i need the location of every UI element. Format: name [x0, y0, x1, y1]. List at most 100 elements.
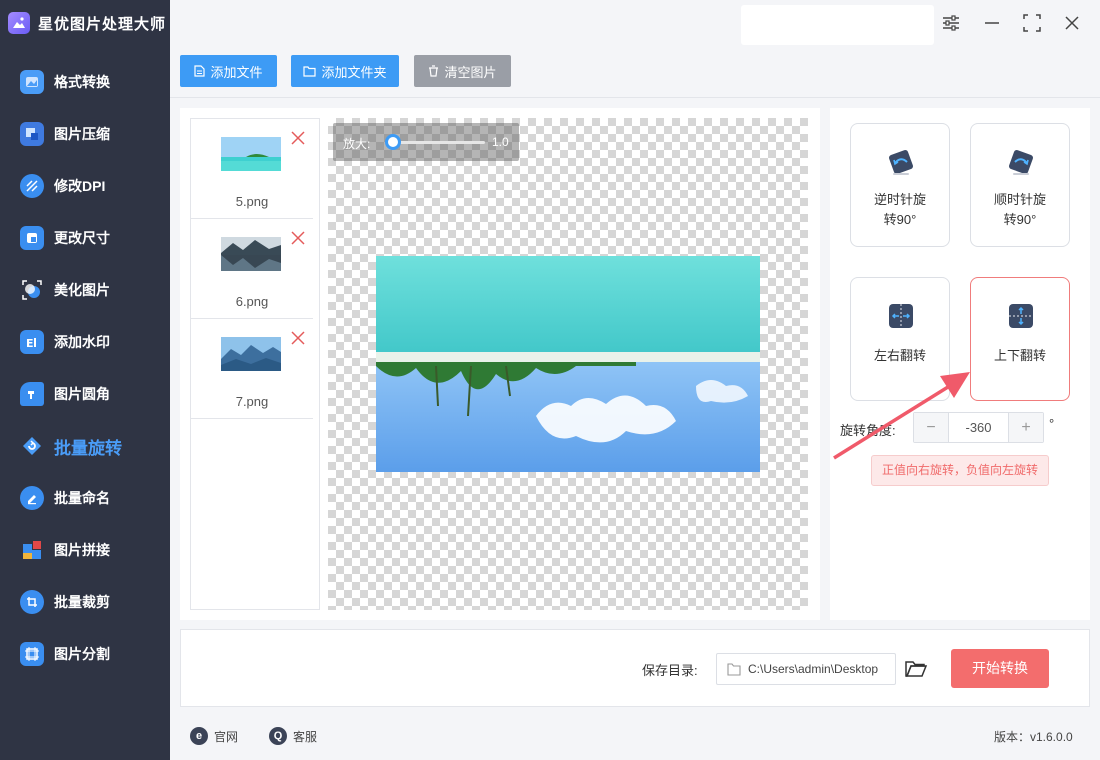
increase-angle-button[interactable]: +	[1009, 413, 1043, 442]
zoom-control: 放大: 1.0	[333, 123, 519, 161]
batch-rotate-icon	[20, 434, 44, 458]
website-icon: e	[190, 727, 208, 745]
rotation-angle-input[interactable]: -360	[948, 413, 1009, 442]
sidebar-item-label: 格式转换	[54, 74, 110, 90]
degree-unit: °	[1049, 416, 1055, 431]
add-file-button[interactable]: 添加文件	[180, 55, 277, 87]
image-stitch-icon	[20, 538, 44, 562]
sidebar-item-beautify[interactable]: 美化图片	[0, 264, 170, 316]
flip-vertical-label: 上下翻转	[993, 348, 1046, 363]
save-path-field[interactable]: C:\Users\admin\Desktop	[716, 653, 896, 685]
rotation-hint: 正值向右旋转，负值向左旋转	[871, 455, 1049, 486]
sidebar-item-label: 批量裁剪	[54, 594, 110, 610]
image-compress-icon	[20, 122, 44, 146]
sidebar-item-label: 美化图片	[54, 282, 110, 298]
rotate-cw-90-button[interactable]: 顺时针旋 转90°	[970, 123, 1070, 247]
file-thumbnail	[221, 337, 281, 371]
zoom-slider-thumb[interactable]	[385, 134, 401, 150]
save-directory-label: 保存目录:	[642, 663, 698, 678]
title-search-box[interactable]	[741, 5, 934, 45]
sidebar-item-label: 图片拼接	[54, 542, 110, 558]
rotate-ccw-90-button[interactable]: 逆时针旋 转90°	[850, 123, 950, 247]
resize-icon	[20, 226, 44, 250]
folder-icon	[303, 65, 317, 77]
zoom-slider-track[interactable]	[393, 141, 485, 144]
delete-file-icon[interactable]	[291, 231, 305, 245]
rotate-cw-label: 顺时针旋 转90°	[993, 192, 1046, 227]
batch-crop-icon	[20, 590, 44, 614]
flip-horizontal-icon	[889, 304, 913, 328]
clear-images-button[interactable]: 清空图片	[414, 55, 511, 87]
watermark-icon: E	[20, 330, 44, 354]
sidebar-item-label: 添加水印	[54, 334, 110, 350]
file-thumbnail	[221, 237, 281, 271]
browse-folder-icon[interactable]	[904, 657, 928, 681]
file-thumbnail	[221, 137, 281, 171]
website-link[interactable]: e 官网	[190, 727, 238, 745]
minimize-icon[interactable]	[981, 12, 1003, 34]
add-folder-label: 添加文件夹	[321, 64, 387, 80]
sidebar-item-batch-rename[interactable]: 批量命名	[0, 472, 170, 524]
folder-outline-icon	[727, 663, 741, 676]
rotate-ccw-icon	[889, 150, 913, 175]
start-convert-button[interactable]: 开始转换	[951, 649, 1049, 688]
file-name: 7.png	[235, 394, 269, 409]
file-item[interactable]: 5.png	[191, 119, 313, 219]
delete-file-icon[interactable]	[291, 131, 305, 145]
flip-horizontal-button[interactable]: 左右翻转	[850, 277, 950, 401]
round-corner-icon	[20, 382, 44, 406]
sidebar-item-label: 图片压缩	[54, 126, 110, 142]
app-logo-icon	[8, 12, 30, 34]
support-link[interactable]: Q 客服	[269, 727, 317, 745]
sidebar-item-label: 批量旋转	[54, 438, 122, 458]
sidebar-item-round-corner[interactable]: 图片圆角	[0, 368, 170, 420]
rotation-angle-stepper: − -360 +	[913, 412, 1044, 443]
trash-icon	[429, 65, 439, 77]
sidebar-item-label: 修改DPI	[54, 178, 106, 194]
file-icon	[194, 65, 206, 77]
brand: 星优图片处理大师	[0, 0, 170, 46]
delete-file-icon[interactable]	[291, 331, 305, 345]
decrease-angle-button[interactable]: −	[914, 413, 948, 442]
flip-vertical-button[interactable]: 上下翻转	[970, 277, 1070, 401]
sidebar-nav: 格式转换 图片压缩 修改DPI 更改尺寸 美化图片 E 添加水印 图片圆角 批量	[0, 56, 170, 680]
dpi-icon	[20, 174, 44, 198]
svg-text:E: E	[26, 337, 34, 349]
sidebar-item-image-compress[interactable]: 图片压缩	[0, 108, 170, 160]
sidebar-item-batch-crop[interactable]: 批量裁剪	[0, 576, 170, 628]
version-label: 版本：v1.6.0.0	[994, 730, 1073, 744]
website-label: 官网	[214, 729, 239, 744]
sidebar-item-watermark[interactable]: E 添加水印	[0, 316, 170, 368]
sidebar-item-format-convert[interactable]: 格式转换	[0, 56, 170, 108]
file-item[interactable]: 6.png	[191, 219, 313, 319]
support-icon: Q	[269, 727, 287, 745]
file-item[interactable]: 7.png	[191, 319, 313, 419]
batch-rename-icon	[20, 486, 44, 510]
add-file-label: 添加文件	[210, 64, 263, 80]
app-title: 星优图片处理大师	[38, 15, 167, 33]
clear-images-label: 清空图片	[444, 64, 497, 80]
rotate-ccw-label: 逆时针旋 转90°	[873, 192, 926, 227]
sidebar-item-image-stitch[interactable]: 图片拼接	[0, 524, 170, 576]
add-folder-button[interactable]: 添加文件夹	[291, 55, 399, 87]
sidebar-item-resize[interactable]: 更改尺寸	[0, 212, 170, 264]
flip-horizontal-label: 左右翻转	[873, 348, 926, 363]
zoom-value: 1.0	[492, 135, 509, 149]
format-convert-icon	[20, 70, 44, 94]
rotation-angle-label: 旋转角度:	[840, 423, 896, 438]
beautify-icon	[20, 278, 44, 302]
sidebar-item-label: 批量命名	[54, 490, 110, 506]
sidebar-item-dpi[interactable]: 修改DPI	[0, 160, 170, 212]
file-list: 5.png 6.png 7.png	[190, 118, 320, 610]
settings-sliders-icon[interactable]	[940, 12, 962, 34]
sidebar-item-image-split[interactable]: 图片分割	[0, 628, 170, 680]
maximize-icon[interactable]	[1021, 12, 1043, 34]
sidebar-item-batch-rotate[interactable]: 批量旋转	[0, 420, 170, 472]
file-name: 6.png	[235, 294, 269, 309]
save-path-value: C:\Users\admin\Desktop	[748, 662, 879, 676]
zoom-label: 放大:	[343, 137, 371, 151]
preview-image	[376, 256, 760, 472]
close-icon[interactable]	[1061, 12, 1083, 34]
sidebar: 星优图片处理大师 格式转换 图片压缩 修改DPI 更改尺寸 美化图片 E 添加水…	[0, 0, 170, 760]
toolbar-divider	[170, 97, 1100, 98]
